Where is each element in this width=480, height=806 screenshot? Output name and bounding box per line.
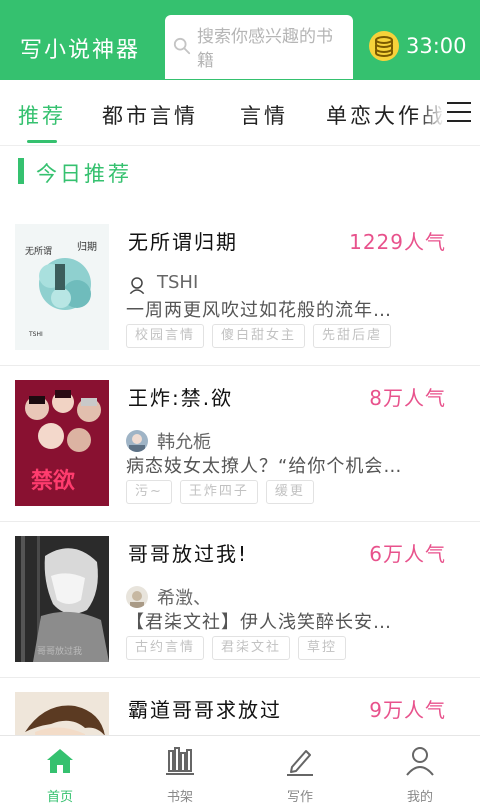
section-title: 今日推荐 [36,162,132,186]
menu-icon[interactable] [446,101,472,123]
book-tag: 傻白甜女主 [212,324,306,348]
author-name: TSHI [157,272,199,293]
nav-label: 写作 [286,790,313,805]
book-title: 王炸:禁.欲 [128,386,234,410]
cover-title: 禁欲 [31,468,75,494]
app-header: 写小说神器 搜索你感兴趣的书籍 33:00 [0,0,480,80]
book-tags: 校园言情 傻白甜女主 先甜后虐 [126,324,392,348]
nav-label: 首页 [46,790,73,805]
book-item[interactable]: 无所谓 归期 TSHI 无所谓归期 1229人气 TSHI 一周两更风吹过如花般… [0,210,480,366]
book-popularity: 6万人气 [369,542,446,566]
nav-profile[interactable]: 我的 [360,736,480,806]
book-tag: 校园言情 [126,324,205,348]
book-item[interactable]: 哥哥放过我 哥哥放过我! 6万人气 希澂、 【君柒文社】伊人浅笑醉长安… 古约言… [0,522,480,678]
book-tags: 古约言情 君柒文社 草控 [126,636,347,660]
section-marker [18,158,24,184]
user-icon [406,747,434,776]
book-popularity: 1229人气 [349,230,446,254]
category-tabs: 推荐 都市言情 言情 单恋大作战 [0,80,480,146]
pencil-icon [287,750,313,776]
nav-write[interactable]: 写作 [240,736,360,806]
author-avatar [126,274,148,296]
author-avatar [126,586,148,608]
svg-text:归期: 归期 [77,240,97,253]
app-title: 写小说神器 [20,38,141,63]
book-popularity: 8万人气 [369,386,446,410]
book-popularity: 9万人气 [369,698,446,722]
book-description: 一周两更风吹过如花般的流年… [126,300,392,321]
bottom-nav: 首页 书架 写作 我的 [0,735,480,806]
book-tags: 污~ 王炸四子 缓更 [126,480,314,504]
book-tag: 先甜后虐 [313,324,392,348]
book-cover: 禁欲 [15,380,109,506]
book-cover: 无所谓 归期 TSHI [15,224,109,350]
author-name: 希澂、 [157,588,211,609]
nav-label: 书架 [166,790,193,805]
book-title: 无所谓归期 [128,230,238,254]
book-description: 【君柒文社】伊人浅笑醉长安… [126,612,392,633]
book-tag: 缓更 [265,480,314,504]
book-cover: 哥哥放过我 [15,536,109,662]
nav-label: 我的 [406,790,433,805]
tab-urban-romance[interactable]: 都市言情 [102,100,198,130]
coin-stack-icon[interactable] [368,30,400,62]
svg-text:无所谓: 无所谓 [25,246,52,257]
author-avatar [126,430,148,452]
book-tag: 古约言情 [126,636,205,660]
home-icon [47,749,73,773]
book-title: 哥哥放过我! [128,542,249,566]
active-tab-indicator [27,140,57,143]
svg-text:TSHI: TSHI [28,331,43,338]
tab-romance[interactable]: 言情 [240,100,288,130]
book-tag: 君柒文社 [212,636,291,660]
author-name: 韩允栀 [157,432,211,453]
search-icon [173,37,191,55]
search-box[interactable]: 搜索你感兴趣的书籍 [165,15,353,79]
coin-balance: 33:00 [406,34,467,58]
book-tag: 王炸四子 [179,480,258,504]
bookshelf-icon [166,747,194,775]
book-item[interactable]: 禁欲 王炸:禁.欲 8万人气 韩允栀 病态妓女太撩人？“给你个机会… 污~ 王炸… [0,366,480,522]
tab-recommend[interactable]: 推荐 [18,100,66,130]
book-tag: 草控 [298,636,347,660]
nav-bookshelf[interactable]: 书架 [120,736,240,806]
book-title: 霸道哥哥求放过 [128,698,282,722]
book-description: 病态妓女太撩人？“给你个机会… [126,456,403,477]
search-placeholder: 搜索你感兴趣的书籍 [197,27,333,71]
svg-text:哥哥放过我: 哥哥放过我 [37,645,82,657]
nav-home[interactable]: 首页 [0,736,120,806]
book-tag: 污~ [126,480,172,504]
